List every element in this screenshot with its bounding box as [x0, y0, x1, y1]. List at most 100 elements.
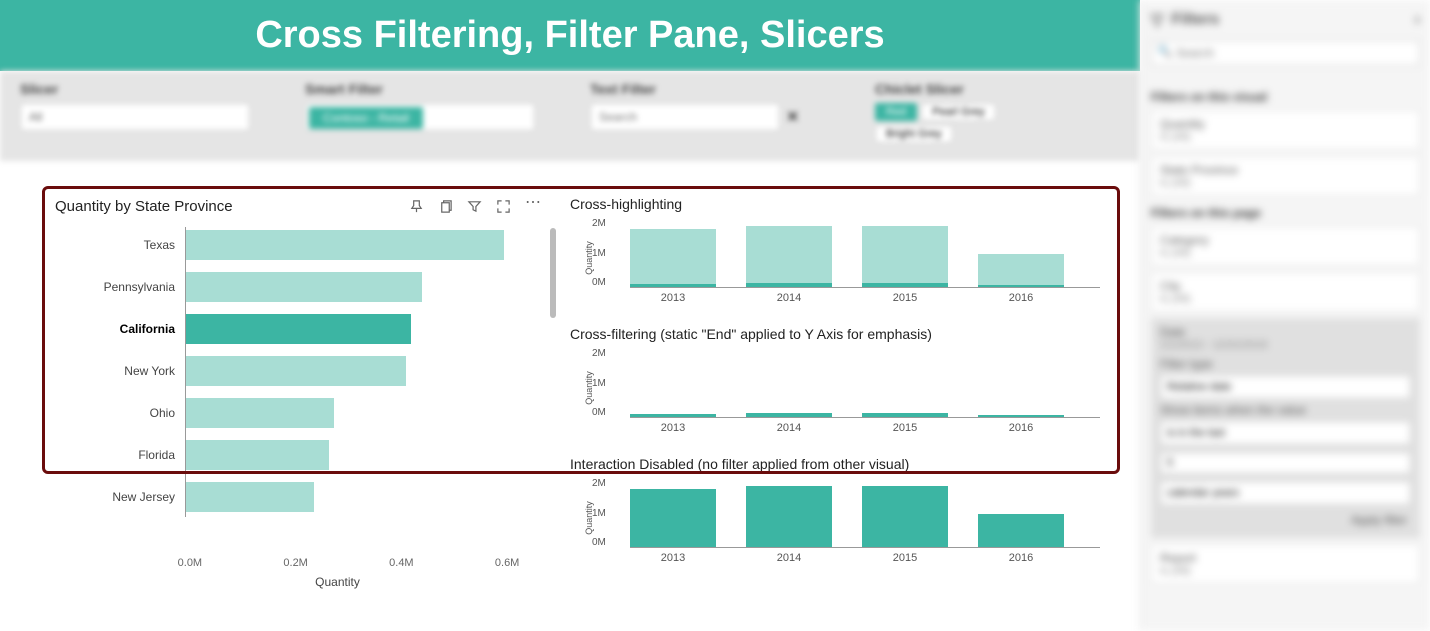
- mini-bar[interactable]: [978, 415, 1064, 417]
- eraser-icon[interactable]: ✕: [786, 107, 799, 127]
- more-options-icon[interactable]: ⋯: [525, 199, 540, 214]
- mini-bar-wrap: [862, 478, 948, 547]
- y-tick: 0M: [592, 537, 606, 548]
- x-tick: 2016: [978, 552, 1064, 564]
- y-tick: 0M: [592, 277, 606, 288]
- copy-icon[interactable]: [438, 199, 453, 214]
- category-label: New York: [85, 364, 185, 378]
- filter-card-quantity[interactable]: Quantity is (All): [1151, 110, 1420, 150]
- filter-card-category[interactable]: Category is (All): [1151, 226, 1420, 266]
- mini-bar[interactable]: [862, 486, 948, 547]
- chevron-right-icon[interactable]: ›: [1415, 11, 1420, 29]
- hbar[interactable]: [185, 398, 334, 428]
- x-tick: 2015: [862, 292, 948, 304]
- relative-unit-select[interactable]: [1160, 481, 1411, 505]
- filter-icon[interactable]: [467, 199, 482, 214]
- hbar[interactable]: [185, 272, 422, 302]
- category-label: New Jersey: [85, 490, 185, 504]
- filter-card-title: Date: [1160, 325, 1411, 339]
- x-tick: 0.6M: [454, 557, 560, 569]
- quantity-by-state-chart[interactable]: Quantity by State Province ⋯ Texas Pennsy…: [0, 178, 570, 599]
- filter-pane: ▽ Filters › 🔍 Filters on this visual Qua…: [1140, 0, 1430, 631]
- page-title-banner: Cross Filtering, Filter Pane, Slicers: [0, 0, 1140, 71]
- filter-card-date-expanded[interactable]: Date 1/1/2013 - 12/31/2016 Filter type S…: [1151, 318, 1420, 538]
- hbar-row[interactable]: New York: [85, 353, 560, 389]
- filter-type-label: Filter type: [1160, 357, 1411, 371]
- mini-bar[interactable]: [862, 226, 948, 287]
- main-area: Quantity by State Province ⋯ Texas Pennsy…: [0, 178, 1140, 599]
- filter-card-subtitle: is (All): [1160, 293, 1411, 305]
- mini-bar-wrap: [978, 348, 1064, 417]
- text-filter-input[interactable]: [590, 103, 780, 131]
- filter-pane-title: Filters: [1171, 11, 1219, 29]
- hbar[interactable]: [185, 230, 504, 260]
- chart-title: Interaction Disabled (no filter applied …: [570, 456, 1100, 472]
- category-label: Ohio: [85, 406, 185, 420]
- slicer-row: Slicer Smart Filter Contoso - Retail Tex…: [0, 71, 1140, 161]
- filter-card-title: State Province: [1160, 163, 1411, 177]
- hbar[interactable]: [185, 482, 314, 512]
- mini-bar[interactable]: [630, 489, 716, 547]
- hbar-row[interactable]: California: [85, 311, 560, 347]
- hbar-row[interactable]: Florida: [85, 437, 560, 473]
- x-tick: 2016: [978, 422, 1064, 434]
- y-tick: 0M: [592, 407, 606, 418]
- chiclet-label: Chiclet Slicer: [875, 81, 1120, 97]
- smart-filter-box[interactable]: Contoso - Retail: [305, 103, 535, 131]
- slicer-dropdown[interactable]: [20, 103, 250, 131]
- mini-bar[interactable]: [746, 486, 832, 547]
- chiclet-option[interactable]: Bright Grey: [875, 125, 953, 143]
- slicer-label: Slicer: [20, 81, 265, 97]
- filter-card-city[interactable]: City is (All): [1151, 272, 1420, 312]
- filter-type-select[interactable]: [1160, 375, 1411, 399]
- mini-bar[interactable]: [978, 254, 1064, 287]
- filter-card-title: Category: [1160, 233, 1411, 247]
- chiclet-option[interactable]: Red: [875, 103, 917, 121]
- filter-card-state[interactable]: State Province is (All): [1151, 156, 1420, 196]
- text-filter-block: Text Filter ✕: [590, 81, 835, 143]
- y-axis-ticks: 2M 1M 0M: [592, 218, 606, 288]
- smart-filter-label: Smart Filter: [305, 81, 550, 97]
- filter-card-subtitle: 1/1/2013 - 12/31/2016: [1160, 339, 1411, 351]
- bar-group: [630, 348, 1100, 418]
- hbar-row[interactable]: Texas: [85, 227, 560, 263]
- apply-filter-button[interactable]: Apply filter: [1160, 509, 1411, 531]
- hbar-row[interactable]: Ohio: [85, 395, 560, 431]
- mini-bar[interactable]: [630, 229, 716, 287]
- mini-bar[interactable]: [978, 514, 1064, 547]
- mini-bar[interactable]: [746, 226, 832, 287]
- filter-card-report[interactable]: Report is (All): [1151, 544, 1420, 584]
- hbar[interactable]: [185, 356, 406, 386]
- hbar-row[interactable]: New Jersey: [85, 479, 560, 515]
- visual-filters-header: Filters on this visual: [1151, 90, 1420, 104]
- chiclet-block: Chiclet Slicer Red Pearl Grey Bright Gre…: [875, 81, 1120, 143]
- relative-number-input[interactable]: [1160, 452, 1411, 474]
- interaction-disabled-chart[interactable]: Interaction Disabled (no filter applied …: [570, 456, 1100, 564]
- hbar-row[interactable]: Pennsylvania: [85, 269, 560, 305]
- chiclet-option[interactable]: Pearl Grey: [921, 103, 996, 121]
- filter-card-subtitle: is (All): [1160, 131, 1411, 143]
- filter-pane-header: ▽ Filters ›: [1151, 10, 1420, 30]
- chiclet-group: Red Pearl Grey Bright Grey: [875, 103, 1075, 143]
- focus-mode-icon[interactable]: [496, 199, 511, 214]
- cross-highlighting-chart[interactable]: Cross-highlighting Quantity 2M 1M 0M 201…: [570, 196, 1100, 304]
- x-tick: 0.4M: [349, 557, 455, 569]
- hbar[interactable]: [185, 440, 329, 470]
- x-tick: 2014: [746, 422, 832, 434]
- mini-bar[interactable]: [862, 413, 948, 417]
- smart-filter-block: Smart Filter Contoso - Retail: [305, 81, 550, 143]
- x-axis-ticks: 2013 2014 2015 2016: [630, 422, 1100, 434]
- pin-icon[interactable]: [409, 199, 424, 214]
- slicer-block: Slicer: [20, 81, 265, 143]
- filter-icon: ▽: [1151, 10, 1163, 30]
- mini-bar-highlight: [862, 283, 948, 287]
- smart-filter-tag[interactable]: Contoso - Retail: [309, 107, 423, 129]
- mini-bar-wrap: [630, 218, 716, 287]
- filter-search-input[interactable]: [1151, 40, 1420, 66]
- mini-bar[interactable]: [746, 413, 832, 417]
- mini-bar[interactable]: [630, 414, 716, 417]
- hbar[interactable]: [185, 314, 411, 344]
- relative-op-select[interactable]: [1160, 421, 1411, 445]
- chart-title: Quantity by State Province: [55, 198, 233, 215]
- cross-filtering-chart[interactable]: Cross-filtering (static "End" applied to…: [570, 326, 1100, 434]
